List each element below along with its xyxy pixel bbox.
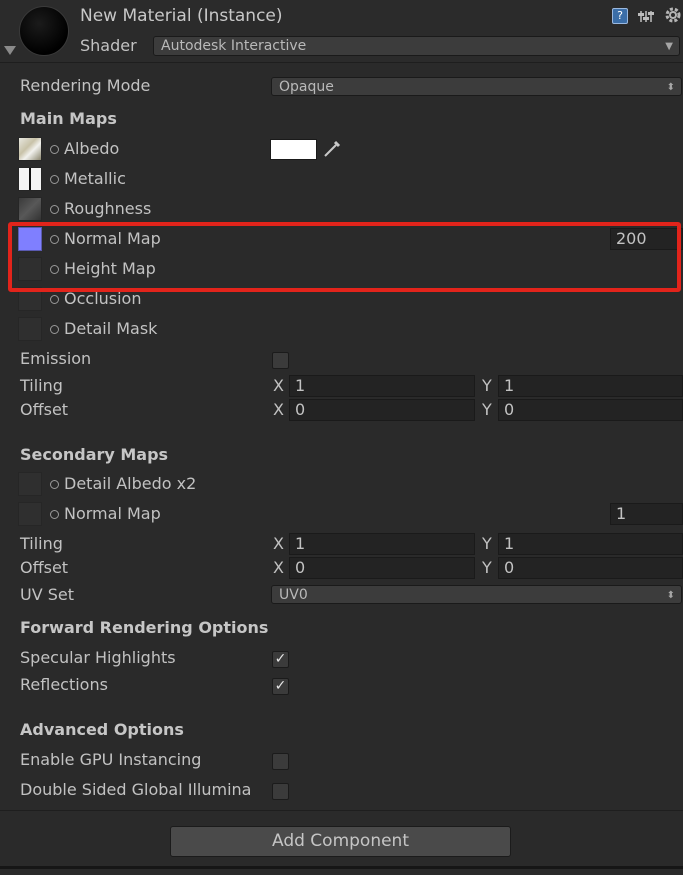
rendering-mode-value: Opaque	[279, 79, 334, 95]
metallic-texture-slot[interactable]	[18, 167, 42, 191]
rendering-mode-label: Rendering Mode	[20, 76, 151, 95]
object-picker-icon[interactable]	[50, 295, 59, 304]
rendering-mode-dropdown[interactable]: Opaque ⬍	[271, 77, 682, 96]
gpu-instancing-checkbox[interactable]	[272, 753, 289, 770]
roughness-label: Roughness	[64, 199, 152, 218]
gpu-instancing-label: Enable GPU Instancing	[20, 750, 202, 769]
occlusion-label: Occlusion	[64, 289, 142, 308]
detail-mask-label: Detail Mask	[64, 319, 158, 338]
reflections-label: Reflections	[20, 675, 108, 694]
object-picker-icon[interactable]	[50, 480, 59, 489]
object-picker-icon[interactable]	[50, 510, 59, 519]
offset-x-label: X	[273, 400, 284, 419]
secondary-tiling-x-label: X	[273, 534, 284, 553]
uv-set-value: UV0	[279, 587, 308, 603]
double-sided-gi-checkbox[interactable]	[272, 783, 289, 800]
settings-gear-icon[interactable]	[664, 6, 682, 24]
dropdown-arrow-icon: ⬍	[666, 82, 675, 93]
tiling-x-label: X	[273, 376, 284, 395]
secondary-tiling-x-field[interactable]: 1	[289, 533, 475, 555]
secondary-tiling-y-label: Y	[482, 534, 492, 553]
offset-y-field[interactable]: 0	[498, 399, 683, 421]
albedo-texture-slot[interactable]	[18, 137, 42, 161]
object-picker-icon[interactable]	[50, 325, 59, 334]
offset-x-field[interactable]: 0	[289, 399, 475, 421]
highlight-box	[8, 222, 681, 292]
tiling-x-field[interactable]: 1	[289, 375, 475, 397]
header-divider	[0, 62, 683, 63]
tiling-y-label: Y	[482, 376, 492, 395]
uv-set-label: UV Set	[20, 585, 75, 604]
forward-rendering-header: Forward Rendering Options	[20, 618, 269, 637]
material-title: New Material (Instance)	[80, 6, 283, 26]
advanced-options-header: Advanced Options	[20, 720, 184, 739]
secondary-offset-y-label: Y	[482, 558, 492, 577]
bottom-divider	[0, 810, 683, 811]
object-picker-icon[interactable]	[50, 145, 59, 154]
shader-dropdown[interactable]: Autodesk Interactive ▼	[153, 36, 680, 56]
secondary-offset-x-label: X	[273, 558, 284, 577]
secondary-tiling-y-field[interactable]: 1	[498, 533, 683, 555]
eyedropper-icon[interactable]	[322, 139, 342, 159]
uv-set-dropdown[interactable]: UV0 ⬍	[271, 585, 682, 604]
emission-label: Emission	[20, 349, 92, 368]
secondary-tiling-label: Tiling	[20, 534, 63, 553]
detail-mask-texture-slot[interactable]	[18, 317, 42, 341]
object-picker-icon[interactable]	[50, 175, 59, 184]
material-preview-sphere[interactable]	[19, 6, 69, 56]
secondary-offset-x-field[interactable]: 0	[289, 557, 475, 579]
shader-label: Shader	[80, 36, 137, 55]
foldout-arrow-icon[interactable]	[4, 46, 16, 55]
object-picker-icon[interactable]	[50, 205, 59, 214]
offset-label: Offset	[20, 400, 69, 419]
detail-albedo-label: Detail Albedo x2	[64, 474, 197, 493]
secondary-maps-header: Secondary Maps	[20, 445, 169, 464]
footer-divider	[0, 866, 683, 869]
secondary-normal-map-label: Normal Map	[64, 504, 161, 523]
offset-y-label: Y	[482, 400, 492, 419]
dropdown-arrow-icon: ▼	[665, 41, 673, 52]
dropdown-arrow-icon: ⬍	[666, 590, 675, 601]
secondary-normal-scale-field[interactable]: 1	[610, 503, 683, 525]
reflections-checkbox[interactable]: ✓	[272, 678, 289, 695]
add-component-button[interactable]: Add Component	[170, 826, 511, 857]
specular-highlights-checkbox[interactable]: ✓	[272, 651, 289, 668]
main-maps-header: Main Maps	[20, 109, 117, 128]
secondary-normal-map-texture-slot[interactable]	[18, 502, 42, 526]
specular-highlights-label: Specular Highlights	[20, 648, 176, 667]
tiling-y-field[interactable]: 1	[498, 375, 683, 397]
secondary-offset-label: Offset	[20, 558, 69, 577]
roughness-texture-slot[interactable]	[18, 197, 42, 221]
metallic-label: Metallic	[64, 169, 126, 188]
help-icon[interactable]: ?	[612, 8, 628, 24]
shader-dropdown-value: Autodesk Interactive	[161, 38, 307, 54]
preset-icon[interactable]	[638, 8, 654, 24]
albedo-label: Albedo	[64, 139, 120, 158]
double-sided-gi-label: Double Sided Global Illumina	[20, 780, 252, 799]
secondary-offset-y-field[interactable]: 0	[498, 557, 683, 579]
albedo-color-field[interactable]	[270, 139, 317, 160]
tiling-label: Tiling	[20, 376, 63, 395]
emission-checkbox[interactable]	[272, 352, 289, 369]
detail-albedo-texture-slot[interactable]	[18, 472, 42, 496]
